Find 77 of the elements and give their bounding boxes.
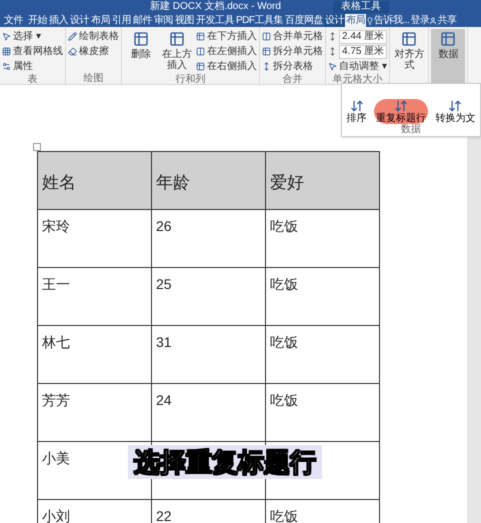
ribbon-tab[interactable]: 引用 bbox=[111, 14, 132, 27]
ribbon-button[interactable]: 选择 ▾ bbox=[2, 29, 63, 44]
ribbon-tab[interactable]: 邮件 bbox=[132, 14, 153, 27]
ribbon-tab[interactable]: PDF工具集 bbox=[235, 14, 284, 27]
ribbon-button[interactable]: 对齐方式 bbox=[392, 29, 426, 84]
ribbon-button[interactable]: 拆分表格 bbox=[262, 59, 323, 74]
menu-item[interactable]: 转换为文 bbox=[433, 99, 478, 124]
menu-item[interactable]: 排序 bbox=[344, 99, 369, 124]
ribbon-tab[interactable]: 开发工具 bbox=[195, 14, 235, 27]
table-cell: 林七 bbox=[38, 326, 152, 384]
table-cell: 宋玲 bbox=[38, 210, 152, 268]
size-field[interactable]: 2.44 厘米 bbox=[339, 30, 388, 44]
table-cell: 吃饭 bbox=[266, 326, 380, 384]
table-cell: 26 bbox=[152, 210, 266, 268]
table-cell: 吃饭 bbox=[266, 268, 380, 326]
ribbon-button[interactable]: 在右侧插入 bbox=[196, 59, 257, 74]
ribbon-button[interactable]: 删除 bbox=[124, 29, 158, 74]
ribbon-button[interactable]: 合并单元格 bbox=[262, 29, 323, 44]
table-icon bbox=[440, 31, 456, 47]
ribbon-tab[interactable]: 插入 bbox=[48, 14, 69, 27]
table-cell: 王一 bbox=[38, 268, 152, 326]
ribbon-tab[interactable]: 设计 bbox=[69, 14, 90, 27]
group-label: 行和列 bbox=[174, 74, 206, 85]
sort-icon bbox=[448, 99, 462, 113]
ribbon-tab[interactable]: 视图 bbox=[174, 14, 195, 27]
tell-me-field[interactable]: 告诉我... bbox=[374, 15, 410, 27]
table-cell: 24 bbox=[152, 384, 266, 442]
table-cell: 吃饭 bbox=[266, 384, 380, 442]
ribbon-tab[interactable]: 布局 bbox=[90, 14, 111, 27]
ribbon-button[interactable]: 绘制表格 bbox=[68, 29, 119, 44]
ribbon-button[interactable]: 在左侧插入 bbox=[196, 44, 257, 59]
group-label: 单元格大小 bbox=[332, 74, 384, 85]
table-cell: 31 bbox=[152, 326, 266, 384]
menu-item[interactable]: 重复标题行 bbox=[374, 99, 428, 124]
table-icon bbox=[401, 31, 418, 47]
login-link[interactable]: 登录 bbox=[410, 15, 430, 27]
table-handle-icon bbox=[33, 143, 41, 151]
table-cell: 25 bbox=[152, 268, 266, 326]
group-label: 合并 bbox=[282, 74, 304, 85]
share-button[interactable]: 共享 bbox=[429, 15, 458, 27]
caption: 选择重复标题行 bbox=[128, 445, 322, 479]
table-header-cell: 爱好 bbox=[266, 152, 380, 210]
ribbon-button[interactable]: 数据 bbox=[431, 29, 466, 84]
sort-icon bbox=[394, 99, 408, 113]
ribbon-button[interactable]: 橡皮擦 bbox=[68, 44, 119, 59]
table-cell: 吃饭 bbox=[266, 210, 380, 268]
table-header-cell: 姓名 bbox=[38, 152, 152, 210]
ribbon-tab[interactable]: 审阅 bbox=[153, 14, 174, 27]
table-cell: 小刘 bbox=[38, 500, 152, 523]
ribbon-button[interactable]: 属性 bbox=[2, 59, 63, 74]
pencil-icon bbox=[68, 32, 77, 41]
window-title: 新建 DOCX 文档.docx - Word bbox=[150, 0, 281, 12]
sort-icon bbox=[350, 99, 364, 113]
ribbon-tab[interactable]: 文件 bbox=[0, 14, 27, 27]
height-icon bbox=[328, 32, 337, 41]
group-label: 表 bbox=[26, 74, 38, 85]
ribbon-tab[interactable]: 布局 bbox=[345, 14, 366, 27]
ribbon-tab[interactable]: 百度网盘 bbox=[284, 14, 324, 27]
height-icon bbox=[328, 47, 337, 56]
table-icon bbox=[133, 31, 149, 47]
size-field[interactable]: 4.75 厘米 bbox=[339, 44, 388, 58]
group-label: 绘图 bbox=[82, 73, 104, 84]
ribbon-button[interactable]: 自动调整 ▾ bbox=[328, 59, 388, 74]
ribbon-button[interactable]: 查看网格线 bbox=[2, 44, 63, 59]
table-header-cell: 年龄 bbox=[152, 152, 266, 210]
group-label: 数据 bbox=[400, 124, 422, 136]
ribbon-button[interactable]: 在上方插入 bbox=[160, 29, 194, 74]
eraser-icon bbox=[68, 47, 77, 56]
ribbon-tab[interactable]: 设计 bbox=[324, 14, 345, 27]
ribbon-button[interactable]: 拆分单元格 bbox=[262, 44, 323, 59]
ribbon-tab[interactable]: 开始 bbox=[27, 14, 48, 27]
table-icon bbox=[169, 31, 185, 47]
user-icon bbox=[429, 17, 438, 25]
table-cell: 芳芳 bbox=[38, 384, 152, 442]
ribbon-button[interactable]: 在下方插入 bbox=[196, 29, 257, 44]
context-label: 表格工具 bbox=[332, 0, 389, 12]
lightbulb-icon bbox=[366, 17, 374, 25]
